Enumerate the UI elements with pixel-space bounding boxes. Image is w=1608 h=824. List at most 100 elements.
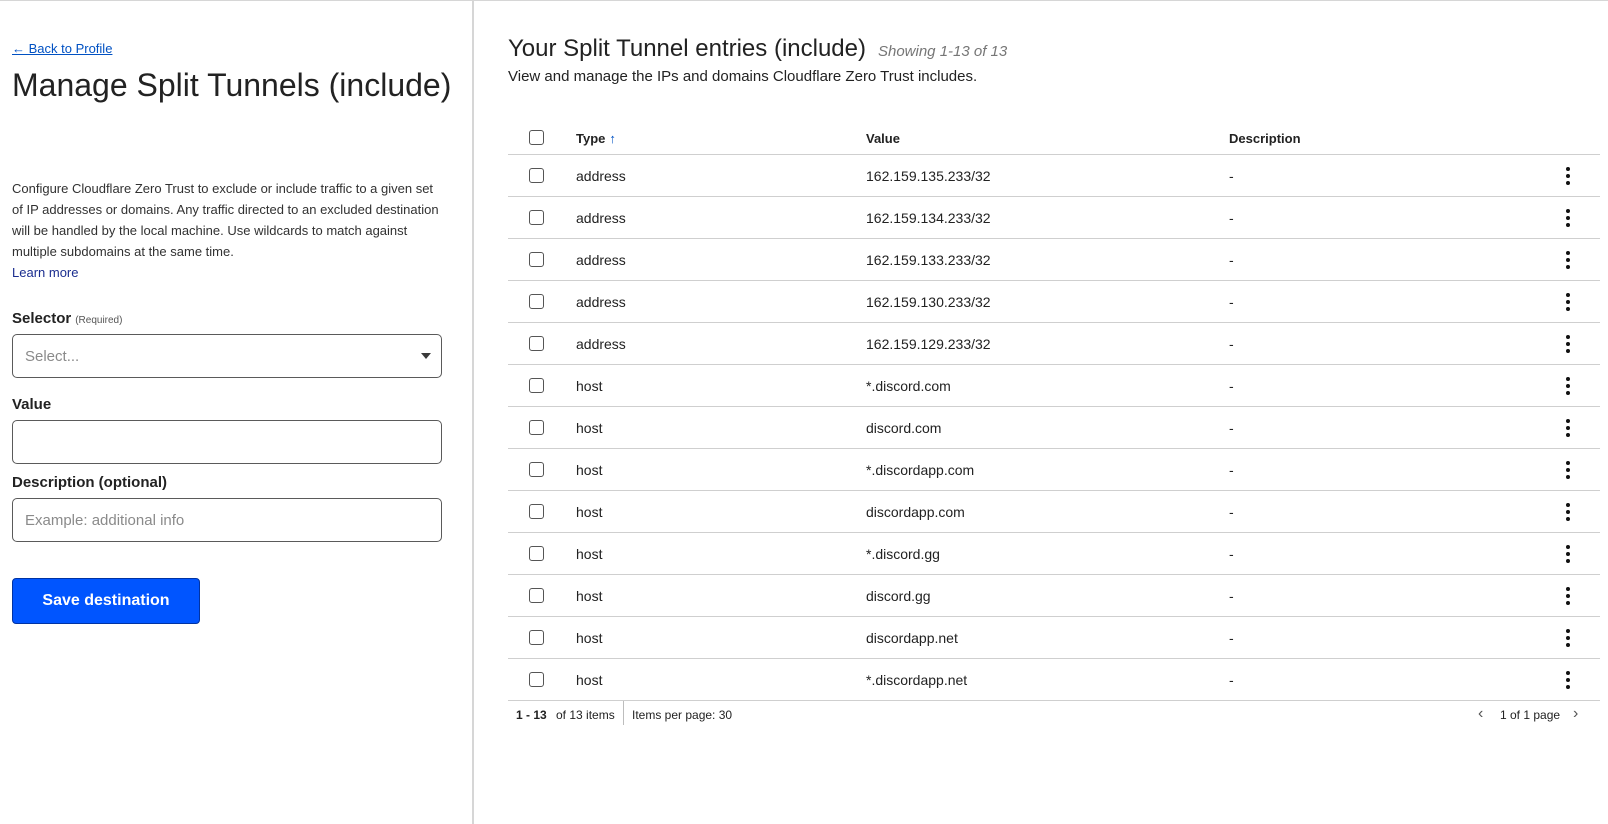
cell-value: 162.159.133.233/32 — [866, 252, 991, 268]
table-row: host *.discord.com - — [508, 365, 1600, 407]
showing-count: Showing 1-13 of 13 — [877, 43, 1008, 60]
row-checkbox[interactable] — [529, 546, 544, 561]
row-checkbox[interactable] — [529, 588, 544, 603]
row-actions-kebab-icon[interactable] — [1560, 501, 1576, 523]
cell-type: host — [576, 420, 603, 436]
table-row: host *.discordapp.com - — [508, 449, 1600, 491]
save-destination-button[interactable]: Save destination — [12, 578, 200, 624]
select-all-checkbox[interactable] — [529, 130, 544, 145]
table-row: address 162.159.135.233/32 - — [508, 155, 1600, 197]
table-row: host *.discordapp.net - — [508, 659, 1600, 701]
table-row: host discordapp.com - — [508, 491, 1600, 533]
cell-value: 162.159.129.233/32 — [866, 336, 991, 352]
table-row: host discord.gg - — [508, 575, 1600, 617]
cell-value: *.discordapp.com — [866, 462, 975, 478]
row-checkbox[interactable] — [529, 252, 544, 267]
table-body: address 162.159.135.233/32 - address 162.159… — [508, 155, 1600, 701]
value-input[interactable] — [12, 420, 442, 464]
cell-description: - — [1229, 588, 1234, 604]
caret-down-icon — [421, 353, 431, 359]
sort-ascending-icon[interactable]: ↑ — [609, 131, 616, 146]
cell-value: discord.gg — [866, 588, 931, 604]
back-to-profile-link[interactable]: ← Back to Profile — [12, 41, 112, 56]
description-label: Description (optional) — [12, 474, 167, 491]
cell-description: - — [1229, 672, 1234, 688]
config-panel: ← Back to Profile Manage Split Tunnels (… — [0, 1, 474, 824]
page-title: Manage Split Tunnels (include) — [12, 67, 452, 103]
cell-type: address — [576, 294, 626, 310]
items-per-page[interactable]: Items per page: 30 — [632, 708, 732, 722]
table-row: address 162.159.133.233/32 - — [508, 239, 1600, 281]
row-actions-kebab-icon[interactable] — [1560, 627, 1576, 649]
table-row: host discord.com - — [508, 407, 1600, 449]
row-checkbox[interactable] — [529, 462, 544, 477]
row-actions-kebab-icon[interactable] — [1560, 375, 1576, 397]
cell-description: - — [1229, 504, 1234, 520]
table-row: host *.discord.gg - — [508, 533, 1600, 575]
row-actions-kebab-icon[interactable] — [1560, 585, 1576, 607]
row-checkbox[interactable] — [529, 672, 544, 687]
cell-description: - — [1229, 210, 1234, 226]
entries-title: Your Split Tunnel entries (include) — [508, 35, 866, 62]
description-text: Configure Cloudflare Zero Trust to exclu… — [12, 178, 442, 283]
row-actions-kebab-icon[interactable] — [1560, 333, 1576, 355]
row-checkbox[interactable] — [529, 336, 544, 351]
chevron-right-icon[interactable]: › — [1573, 705, 1578, 723]
row-checkbox[interactable] — [529, 210, 544, 225]
selector-placeholder: Select... — [25, 348, 80, 365]
cell-value: *.discord.com — [866, 378, 951, 394]
row-actions-kebab-icon[interactable] — [1560, 249, 1576, 271]
pagination-range: 1 - 13 — [516, 708, 547, 722]
cell-description: - — [1229, 294, 1234, 310]
cell-description: - — [1229, 462, 1234, 478]
description-placeholder: Example: additional info — [25, 512, 185, 529]
cell-type: host — [576, 378, 603, 394]
description-body: Configure Cloudflare Zero Trust to exclu… — [12, 181, 439, 259]
table-row: host discordapp.net - — [508, 617, 1600, 659]
column-header-type[interactable]: Type ↑ — [576, 131, 616, 146]
row-actions-kebab-icon[interactable] — [1560, 291, 1576, 313]
selector-dropdown[interactable]: Select... — [12, 334, 442, 378]
cell-value: discord.com — [866, 420, 942, 436]
entries-panel: Your Split Tunnel entries (include) Show… — [508, 1, 1600, 824]
row-actions-kebab-icon[interactable] — [1560, 543, 1576, 565]
row-checkbox[interactable] — [529, 378, 544, 393]
row-actions-kebab-icon[interactable] — [1560, 669, 1576, 691]
cell-type: host — [576, 672, 603, 688]
pagination-bar: 1 - 13 of 13 items Items per page: 30 ‹ … — [508, 701, 1600, 729]
row-checkbox[interactable] — [529, 168, 544, 183]
row-actions-kebab-icon[interactable] — [1560, 165, 1576, 187]
entries-subtitle: View and manage the IPs and domains Clou… — [508, 68, 978, 85]
cell-type: address — [576, 210, 626, 226]
description-input[interactable]: Example: additional info — [12, 498, 442, 542]
row-checkbox[interactable] — [529, 504, 544, 519]
row-checkbox[interactable] — [529, 294, 544, 309]
column-header-description: Description — [1229, 131, 1301, 146]
row-actions-kebab-icon[interactable] — [1560, 417, 1576, 439]
table-row: address 162.159.129.233/32 - — [508, 323, 1600, 365]
cell-description: - — [1229, 336, 1234, 352]
cell-description: - — [1229, 252, 1234, 268]
row-checkbox[interactable] — [529, 630, 544, 645]
cell-type: host — [576, 588, 603, 604]
cell-description: - — [1229, 546, 1234, 562]
cell-value: 162.159.130.233/32 — [866, 294, 991, 310]
chevron-left-icon[interactable]: ‹ — [1478, 705, 1483, 723]
cell-value: *.discordapp.net — [866, 672, 968, 688]
pagination-divider — [623, 701, 624, 725]
row-checkbox[interactable] — [529, 420, 544, 435]
cell-value: discordapp.com — [866, 504, 965, 520]
pagination-total: of 13 items — [556, 708, 615, 722]
cell-type: host — [576, 504, 603, 520]
column-header-value: Value — [866, 131, 900, 146]
cell-description: - — [1229, 378, 1234, 394]
cell-type: address — [576, 252, 626, 268]
row-actions-kebab-icon[interactable] — [1560, 207, 1576, 229]
selector-label-text: Selector — [12, 310, 72, 327]
entries-header: Your Split Tunnel entries (include) Show… — [508, 35, 1007, 63]
selector-label: Selector (Required) — [12, 310, 122, 327]
table-row: address 162.159.134.233/32 - — [508, 197, 1600, 239]
learn-more-link[interactable]: Learn more — [12, 262, 78, 283]
row-actions-kebab-icon[interactable] — [1560, 459, 1576, 481]
value-label: Value — [12, 396, 52, 413]
